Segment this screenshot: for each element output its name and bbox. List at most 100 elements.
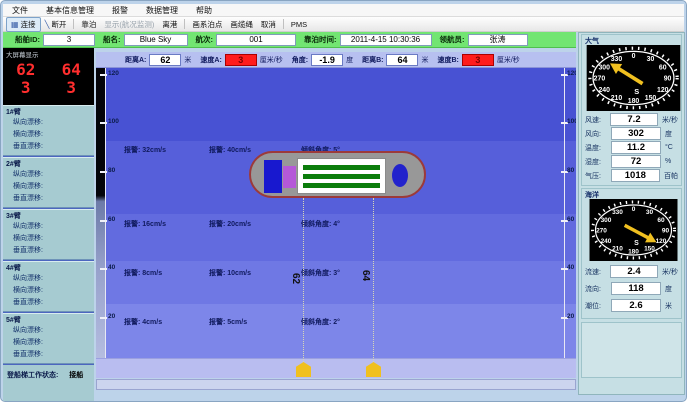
alarm-speed-b: 报警: 20cm/s [209, 219, 251, 229]
humidity-unit: % [665, 158, 671, 165]
humidity-row: 湿度: 72 % [585, 155, 678, 168]
horizontal-scrollbar[interactable] [96, 379, 576, 390]
compass-south-label: S [634, 240, 639, 247]
disconnect-button[interactable]: ╲ 断开 [41, 18, 71, 31]
toolbar-separator [184, 19, 185, 29]
alarm-threshold-line-2: 报警: 16cm/s 报警: 20cm/s 倾斜角度: 4° [96, 219, 576, 229]
angle-label: 角度: [292, 55, 308, 65]
compass-120: 120 [657, 87, 669, 94]
empty-panel [581, 322, 682, 378]
sidebar-filler [3, 385, 94, 402]
draw-cables-button[interactable]: 画缆绳 [226, 18, 257, 31]
compass-0: 0 [632, 206, 636, 213]
vertical-drift-label: 垂直漂移: [3, 141, 94, 153]
menu-help[interactable]: 帮助 [187, 5, 221, 16]
menu-data-management[interactable]: 数据管理 [137, 5, 187, 16]
measurement-bar: 距离A: 62 米 速度A: 3 厘米/秒 角度: -1.9 度 距离B: 64… [96, 52, 576, 68]
pilot-label: 领航员: [440, 34, 465, 45]
speed-a-value: 3 [225, 54, 257, 66]
toolbar-separator [283, 19, 284, 29]
compass-330: 330 [611, 56, 623, 63]
pms-button[interactable]: PMS [287, 19, 311, 30]
pressure-row: 气压: 1018 百帕 [585, 169, 678, 182]
big-display-title: 大屏幕显示 [3, 49, 94, 59]
y-tick-label: 100 [108, 118, 119, 125]
compass-150: 150 [644, 246, 655, 253]
y-tick-label: 120 [567, 70, 576, 77]
ship-name-field[interactable]: Blue Sky [124, 34, 188, 46]
dock-button[interactable]: 靠泊 [77, 18, 100, 31]
compass-240: 240 [601, 238, 612, 245]
longitudinal-drift-label: 纵向漂移: [3, 117, 94, 129]
speed-b-value: 3 [462, 54, 494, 66]
longitudinal-drift-label: 纵向漂移: [3, 169, 94, 181]
wind-direction-row: 风向: 302 度 [585, 127, 678, 140]
cancel-button[interactable]: 取消 [257, 18, 280, 31]
y-tick-label: 100 [567, 118, 576, 125]
compass-300: 300 [601, 217, 612, 224]
speed-b-label: 速度B: [437, 55, 458, 65]
alarm-speed-b: 报警: 40cm/s [209, 145, 251, 155]
ship-graphic [249, 151, 426, 198]
connect-button[interactable]: ▦ 连接 [6, 17, 41, 32]
berth-time-field[interactable]: 2011-4-15 10:30:36 [340, 34, 432, 46]
environment-panel: 大气 0 30 60 90 120 150 180 210 240 270 30… [578, 32, 685, 395]
longitudinal-drift-label: 纵向漂移: [3, 325, 94, 337]
distance-b-value: 64 [386, 54, 418, 66]
alarm-threshold-line-4: 报警: 4cm/s 报警: 5cm/s 倾斜角度: 2° [96, 317, 576, 327]
big-display: 大屏幕显示 62 64 3 3 [3, 48, 94, 105]
ship-id-field[interactable]: 3 [43, 34, 95, 46]
voyage-field[interactable]: 001 [216, 34, 296, 46]
alarm-tilt-angle: 倾斜角度: 2° [301, 317, 340, 327]
tide-level-value: 2.6 [611, 299, 661, 312]
compass-330: 330 [612, 209, 623, 216]
speed-a-label: 速度A: [200, 55, 221, 65]
lateral-drift-label: 横向漂移: [3, 181, 94, 193]
ship-info-bar: 船舶ID: 3 船名: Blue Sky 航次: 001 靠泊时间: 2011-… [3, 32, 576, 48]
tide-level-label: 潮位: [585, 301, 611, 311]
stern-distance-label: 64 [360, 270, 371, 281]
toolbar-separator [73, 19, 74, 29]
app-window: 文件 基本信息管理 报警 数据管理 帮助 ▦ 连接 ╲ 断开 靠泊 显示(航况监… [0, 0, 687, 402]
pilot-field[interactable]: 张涛 [468, 34, 528, 46]
alarm-speed-a: 报警: 32cm/s [124, 145, 166, 155]
menu-file[interactable]: 文件 [3, 5, 37, 16]
atmosphere-title: 大气 [585, 36, 678, 45]
draw-mooring-points-button[interactable]: 画系泊点 [188, 18, 226, 31]
arm-group-title: 1#臂 [3, 107, 94, 117]
voyage-label: 航次: [196, 34, 214, 45]
menu-bar: 文件 基本信息管理 报警 数据管理 帮助 [3, 4, 684, 17]
arm-group-3: 3#臂 纵向漂移: 横向漂移: 垂直漂移: [3, 209, 94, 260]
angle-unit: 度 [346, 55, 353, 65]
lateral-drift-label: 横向漂移: [3, 285, 94, 297]
menu-basic-info[interactable]: 基本信息管理 [37, 5, 103, 16]
ship-deck [297, 158, 386, 194]
alarm-speed-a: 报警: 4cm/s [124, 317, 162, 327]
axis-tick [100, 122, 107, 124]
axis-tick [100, 74, 107, 76]
tide-level-row: 潮位: 2.6 米 [585, 299, 678, 312]
ocean-groupbox: 海洋 0 30 60 90 120 150 180 210 240 270 30… [581, 188, 682, 319]
menu-alarm[interactable]: 报警 [103, 5, 137, 16]
arm-group-5: 5#臂 纵向漂移: 横向漂移: 垂直漂移: [3, 313, 94, 364]
distance-a-value: 62 [149, 54, 181, 66]
arm-group-title: 5#臂 [3, 315, 94, 325]
alarm-tilt-angle: 倾斜角度: 4° [301, 219, 340, 229]
wind-speed-label: 风速: [585, 115, 610, 125]
arm-group-title: 3#臂 [3, 211, 94, 221]
current-direction-gauge: 0 30 60 90 120 150 180 210 240 270 300 3… [585, 199, 682, 261]
temperature-value: 11.2 [611, 141, 661, 154]
compass-90: 90 [662, 228, 670, 235]
gangway-status-value: 接船 [69, 372, 83, 379]
depart-button[interactable]: 离港 [158, 18, 181, 31]
pressure-value: 1018 [611, 169, 660, 182]
big-display-distance-a: 62 [3, 61, 49, 79]
compass-60: 60 [659, 64, 667, 71]
bow-sensor-line [303, 198, 304, 362]
speed-b-unit: 厘米/秒 [497, 55, 520, 65]
compass-300: 300 [598, 64, 610, 71]
compass-90: 90 [664, 76, 672, 83]
y-tick-label: 80 [108, 167, 115, 174]
pressure-unit: 百帕 [664, 171, 678, 181]
disconnect-label: 断开 [51, 19, 66, 30]
